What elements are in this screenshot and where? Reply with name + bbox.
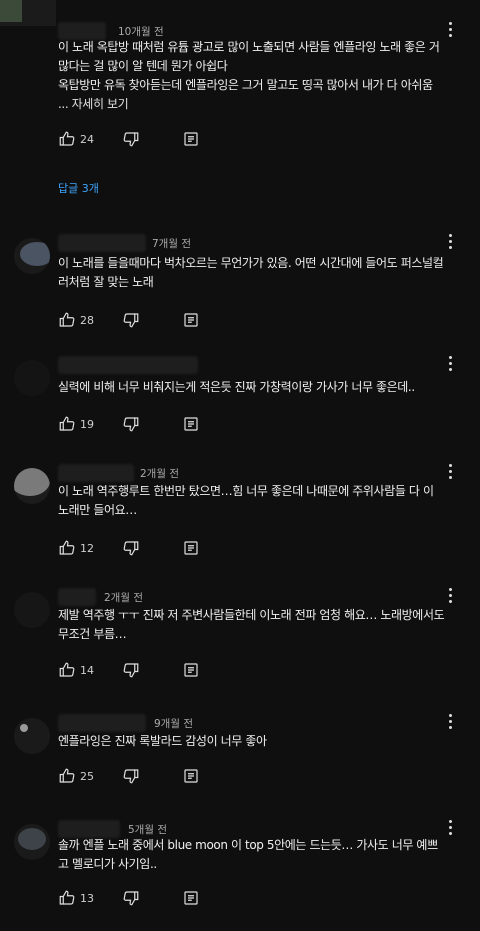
cropped-header xyxy=(0,0,56,26)
comment-actions: 14 xyxy=(58,660,258,680)
like-button[interactable]: 14 xyxy=(58,660,94,680)
comment-text: 솔까 엔플 노래 중에서 blue moon 이 top 5안에는 드는듯… 가… xyxy=(58,838,438,871)
comment-time: 10개월 전 xyxy=(118,26,164,38)
comment-time: 9개월 전 xyxy=(154,718,193,730)
thumbs-up-icon xyxy=(59,890,75,905)
avatar[interactable] xyxy=(14,592,50,628)
avatar[interactable] xyxy=(14,824,50,860)
dislike-button[interactable] xyxy=(122,310,140,330)
reply-icon xyxy=(184,891,198,905)
comment-text: 제발 역주행 ㅜㅜ 진짜 저 주변사람들한테 이노래 전파 엄청 해요… 노래방… xyxy=(58,608,445,641)
comment-actions: 12 xyxy=(58,538,258,558)
like-button[interactable]: 24 xyxy=(58,129,94,149)
reply-button[interactable] xyxy=(182,766,200,786)
reply-button[interactable] xyxy=(182,538,200,558)
like-count: 28 xyxy=(80,313,94,327)
thumbs-down-icon xyxy=(123,769,139,784)
reply-icon xyxy=(184,132,198,146)
thumbs-down-icon xyxy=(123,417,139,432)
reply-icon xyxy=(184,417,198,431)
read-more-link[interactable]: ... 자세히 보기 xyxy=(58,95,446,114)
more-vert-icon[interactable] xyxy=(444,354,456,374)
like-count: 24 xyxy=(80,132,94,146)
more-vert-icon[interactable] xyxy=(444,20,456,40)
like-button[interactable]: 12 xyxy=(58,538,94,558)
like-button[interactable]: 19 xyxy=(58,414,94,434)
author-name-redacted xyxy=(58,356,198,374)
avatar[interactable] xyxy=(14,238,50,274)
comment-actions: 19 xyxy=(58,414,258,434)
thumbs-down-icon xyxy=(123,132,139,147)
reply-icon xyxy=(184,313,198,327)
comment-time: 2개월 전 xyxy=(104,592,143,604)
thumbs-down-icon xyxy=(123,663,139,678)
dislike-button[interactable] xyxy=(122,414,140,434)
thumbs-up-icon xyxy=(59,540,75,555)
like-count: 12 xyxy=(80,541,94,555)
thumbs-up-icon xyxy=(59,312,75,327)
dislike-button[interactable] xyxy=(122,538,140,558)
dislike-button[interactable] xyxy=(122,766,140,786)
thumbs-up-icon xyxy=(59,662,75,677)
comment-text: 엔플라잉은 진짜 록발라드 감성이 너무 좋아 xyxy=(58,734,267,748)
reply-button[interactable] xyxy=(182,414,200,434)
replies-link[interactable]: 답글 3개 xyxy=(58,180,99,196)
thumbs-up-icon xyxy=(59,416,75,431)
comment-time: 2개월 전 xyxy=(140,468,179,480)
like-button[interactable]: 13 xyxy=(58,888,94,908)
dislike-button[interactable] xyxy=(122,888,140,908)
more-vert-icon[interactable] xyxy=(444,818,456,838)
comment-text: 이 노래 옥탑방 때처럼 유튭 광고로 많이 노출되면 사람들 엔플라잉 노래 … xyxy=(58,38,446,114)
thumbs-down-icon xyxy=(123,313,139,328)
avatar[interactable] xyxy=(14,718,50,754)
comment-actions: 28 xyxy=(58,310,258,330)
author-name-redacted xyxy=(58,234,146,252)
thumbs-down-icon xyxy=(123,541,139,556)
comment-text: 실력에 비해 너무 비춰지는게 적은듯 진짜 가창력이랑 가사가 너무 좋은데.… xyxy=(58,380,415,394)
dislike-button[interactable] xyxy=(122,660,140,680)
author-name-redacted xyxy=(58,588,96,606)
comment-actions: 13 xyxy=(58,888,258,908)
avatar[interactable] xyxy=(14,468,50,504)
comment-time: 7개월 전 xyxy=(152,238,191,250)
like-count: 13 xyxy=(80,891,94,905)
author-name-redacted xyxy=(58,714,146,732)
comment-actions: 25 xyxy=(58,766,258,786)
avatar[interactable] xyxy=(14,360,50,396)
author-name-redacted xyxy=(58,464,134,482)
thumbs-down-icon xyxy=(123,891,139,906)
thumbs-up-icon xyxy=(59,768,75,783)
like-button[interactable]: 28 xyxy=(58,310,94,330)
reply-icon xyxy=(184,769,198,783)
thumbs-up-icon xyxy=(59,131,75,146)
more-vert-icon[interactable] xyxy=(444,462,456,482)
reply-icon xyxy=(184,541,198,555)
reply-button[interactable] xyxy=(182,888,200,908)
reply-button[interactable] xyxy=(182,310,200,330)
comment-time: 5개월 전 xyxy=(128,824,167,836)
like-count: 19 xyxy=(80,417,94,431)
comment-text: 이 노래를 들을때마다 벅차오르는 무언가가 있음. 어떤 시간대에 들어도 퍼… xyxy=(58,256,444,289)
like-count: 14 xyxy=(80,663,94,677)
more-vert-icon[interactable] xyxy=(444,586,456,606)
dislike-button[interactable] xyxy=(122,129,140,149)
comment-text: 이 노래 역주행루트 한번만 탔으면…힘 너무 좋은데 나때문에 주위사람들 다… xyxy=(58,484,434,517)
comment-actions: 24 xyxy=(58,129,258,149)
reply-button[interactable] xyxy=(182,660,200,680)
reply-icon xyxy=(184,663,198,677)
like-button[interactable]: 25 xyxy=(58,766,94,786)
reply-button[interactable] xyxy=(182,129,200,149)
like-count: 25 xyxy=(80,769,94,783)
more-vert-icon[interactable] xyxy=(444,232,456,252)
more-vert-icon[interactable] xyxy=(444,712,456,732)
